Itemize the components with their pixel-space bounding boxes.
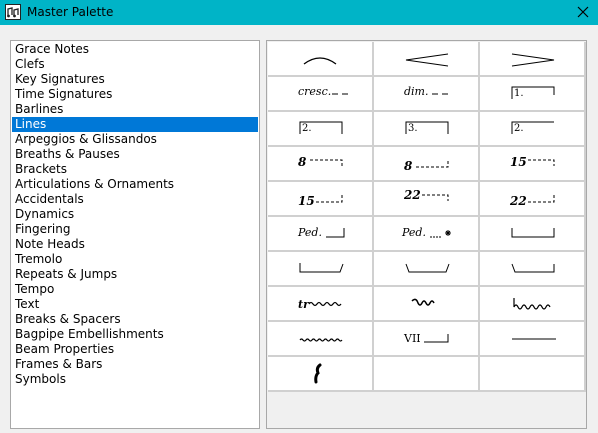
category-item[interactable]: Dynamics	[12, 207, 258, 222]
category-item[interactable]: Clefs	[12, 57, 258, 72]
category-item[interactable]: Key Signatures	[12, 72, 258, 87]
category-item[interactable]: Arpeggios & Glissandos	[12, 132, 258, 147]
category-item[interactable]: Tempo	[12, 282, 258, 297]
vibrato-line-cell[interactable]	[268, 322, 374, 357]
category-item[interactable]: Bagpipe Embellishments	[12, 327, 258, 342]
category-item[interactable]: Note Heads	[12, 237, 258, 252]
category-item[interactable]: Grace Notes	[12, 42, 258, 57]
crescendo-hairpin-cell[interactable]	[374, 42, 480, 77]
plain-line-cell[interactable]	[480, 322, 586, 357]
pedal-angled-end-cell[interactable]	[268, 252, 374, 287]
pedal-angled-start-cell[interactable]	[480, 252, 586, 287]
title-bar: Master Palette	[0, 0, 598, 25]
category-item[interactable]: Breaths & Pauses	[12, 147, 258, 162]
category-item[interactable]: Repeats & Jumps	[12, 267, 258, 282]
palette-grid: cresc. dim. 1. 2. 3. 2. 8 8 15 15 22 22 …	[268, 42, 586, 392]
ottava-15ma-cell[interactable]: 15	[480, 147, 586, 182]
trill-line-cell[interactable]: tr	[268, 287, 374, 322]
ottava-8va-cell[interactable]: 8	[268, 147, 374, 182]
diminuendo-hairpin-cell[interactable]	[480, 42, 586, 77]
category-item[interactable]: Articulations & Ornaments	[12, 177, 258, 192]
volta-3-cell[interactable]: 3.	[374, 112, 480, 147]
prall-line-cell[interactable]	[480, 287, 586, 322]
category-list[interactable]: Grace Notes Clefs Key Signatures Time Signa…	[10, 40, 260, 429]
category-item[interactable]: Accidentals	[12, 192, 258, 207]
volta-2-open-cell[interactable]: 2.	[480, 112, 586, 147]
category-item[interactable]: Breaks & Spacers	[12, 312, 258, 327]
category-item[interactable]: Barlines	[12, 102, 258, 117]
window-title: Master Palette	[27, 5, 114, 19]
volta-1-cell[interactable]: 1.	[480, 77, 586, 112]
svg-text:tr: tr	[298, 298, 310, 311]
mordent-line-cell[interactable]	[374, 287, 480, 322]
pedal-line-cell[interactable]: Ped.	[268, 217, 374, 252]
ottava-22ma-cell[interactable]: 22	[374, 182, 480, 217]
pedal-asterisk-cell[interactable]: Ped.	[374, 217, 480, 252]
category-item[interactable]: Brackets	[12, 162, 258, 177]
category-item[interactable]: Time Signatures	[12, 87, 258, 102]
category-item[interactable]: Fingering	[12, 222, 258, 237]
palette-panel: cresc. dim. 1. 2. 3. 2. 8 8 15 15 22 22 …	[266, 40, 587, 429]
volta-2-closed-cell[interactable]: 2.	[268, 112, 374, 147]
close-icon	[577, 6, 589, 18]
category-item[interactable]: Symbols	[12, 372, 258, 387]
cresc-line-cell[interactable]: cresc.	[268, 77, 374, 112]
category-item[interactable]: Frames & Bars	[12, 357, 258, 372]
close-button[interactable]	[568, 0, 598, 25]
slash-line-cell[interactable]	[268, 357, 374, 392]
ottava-15mb-cell[interactable]: 15	[268, 182, 374, 217]
string-number-line-cell[interactable]: VII	[374, 322, 480, 357]
slur-cell[interactable]	[268, 42, 374, 77]
category-item[interactable]: Text	[12, 297, 258, 312]
pedal-bracket-cell[interactable]	[480, 217, 586, 252]
empty-cell-1	[374, 357, 480, 392]
category-item[interactable]: Lines	[12, 117, 258, 132]
dim-line-cell[interactable]: dim.	[374, 77, 480, 112]
pedal-angled-both-cell[interactable]	[374, 252, 480, 287]
ottava-8vb-cell[interactable]: 8	[374, 147, 480, 182]
ottava-22mb-cell[interactable]: 22	[480, 182, 586, 217]
category-item[interactable]: Tremolo	[12, 252, 258, 267]
category-item[interactable]: Beam Properties	[12, 342, 258, 357]
musescore-logo-icon	[5, 4, 21, 20]
empty-cell-2	[480, 357, 586, 392]
